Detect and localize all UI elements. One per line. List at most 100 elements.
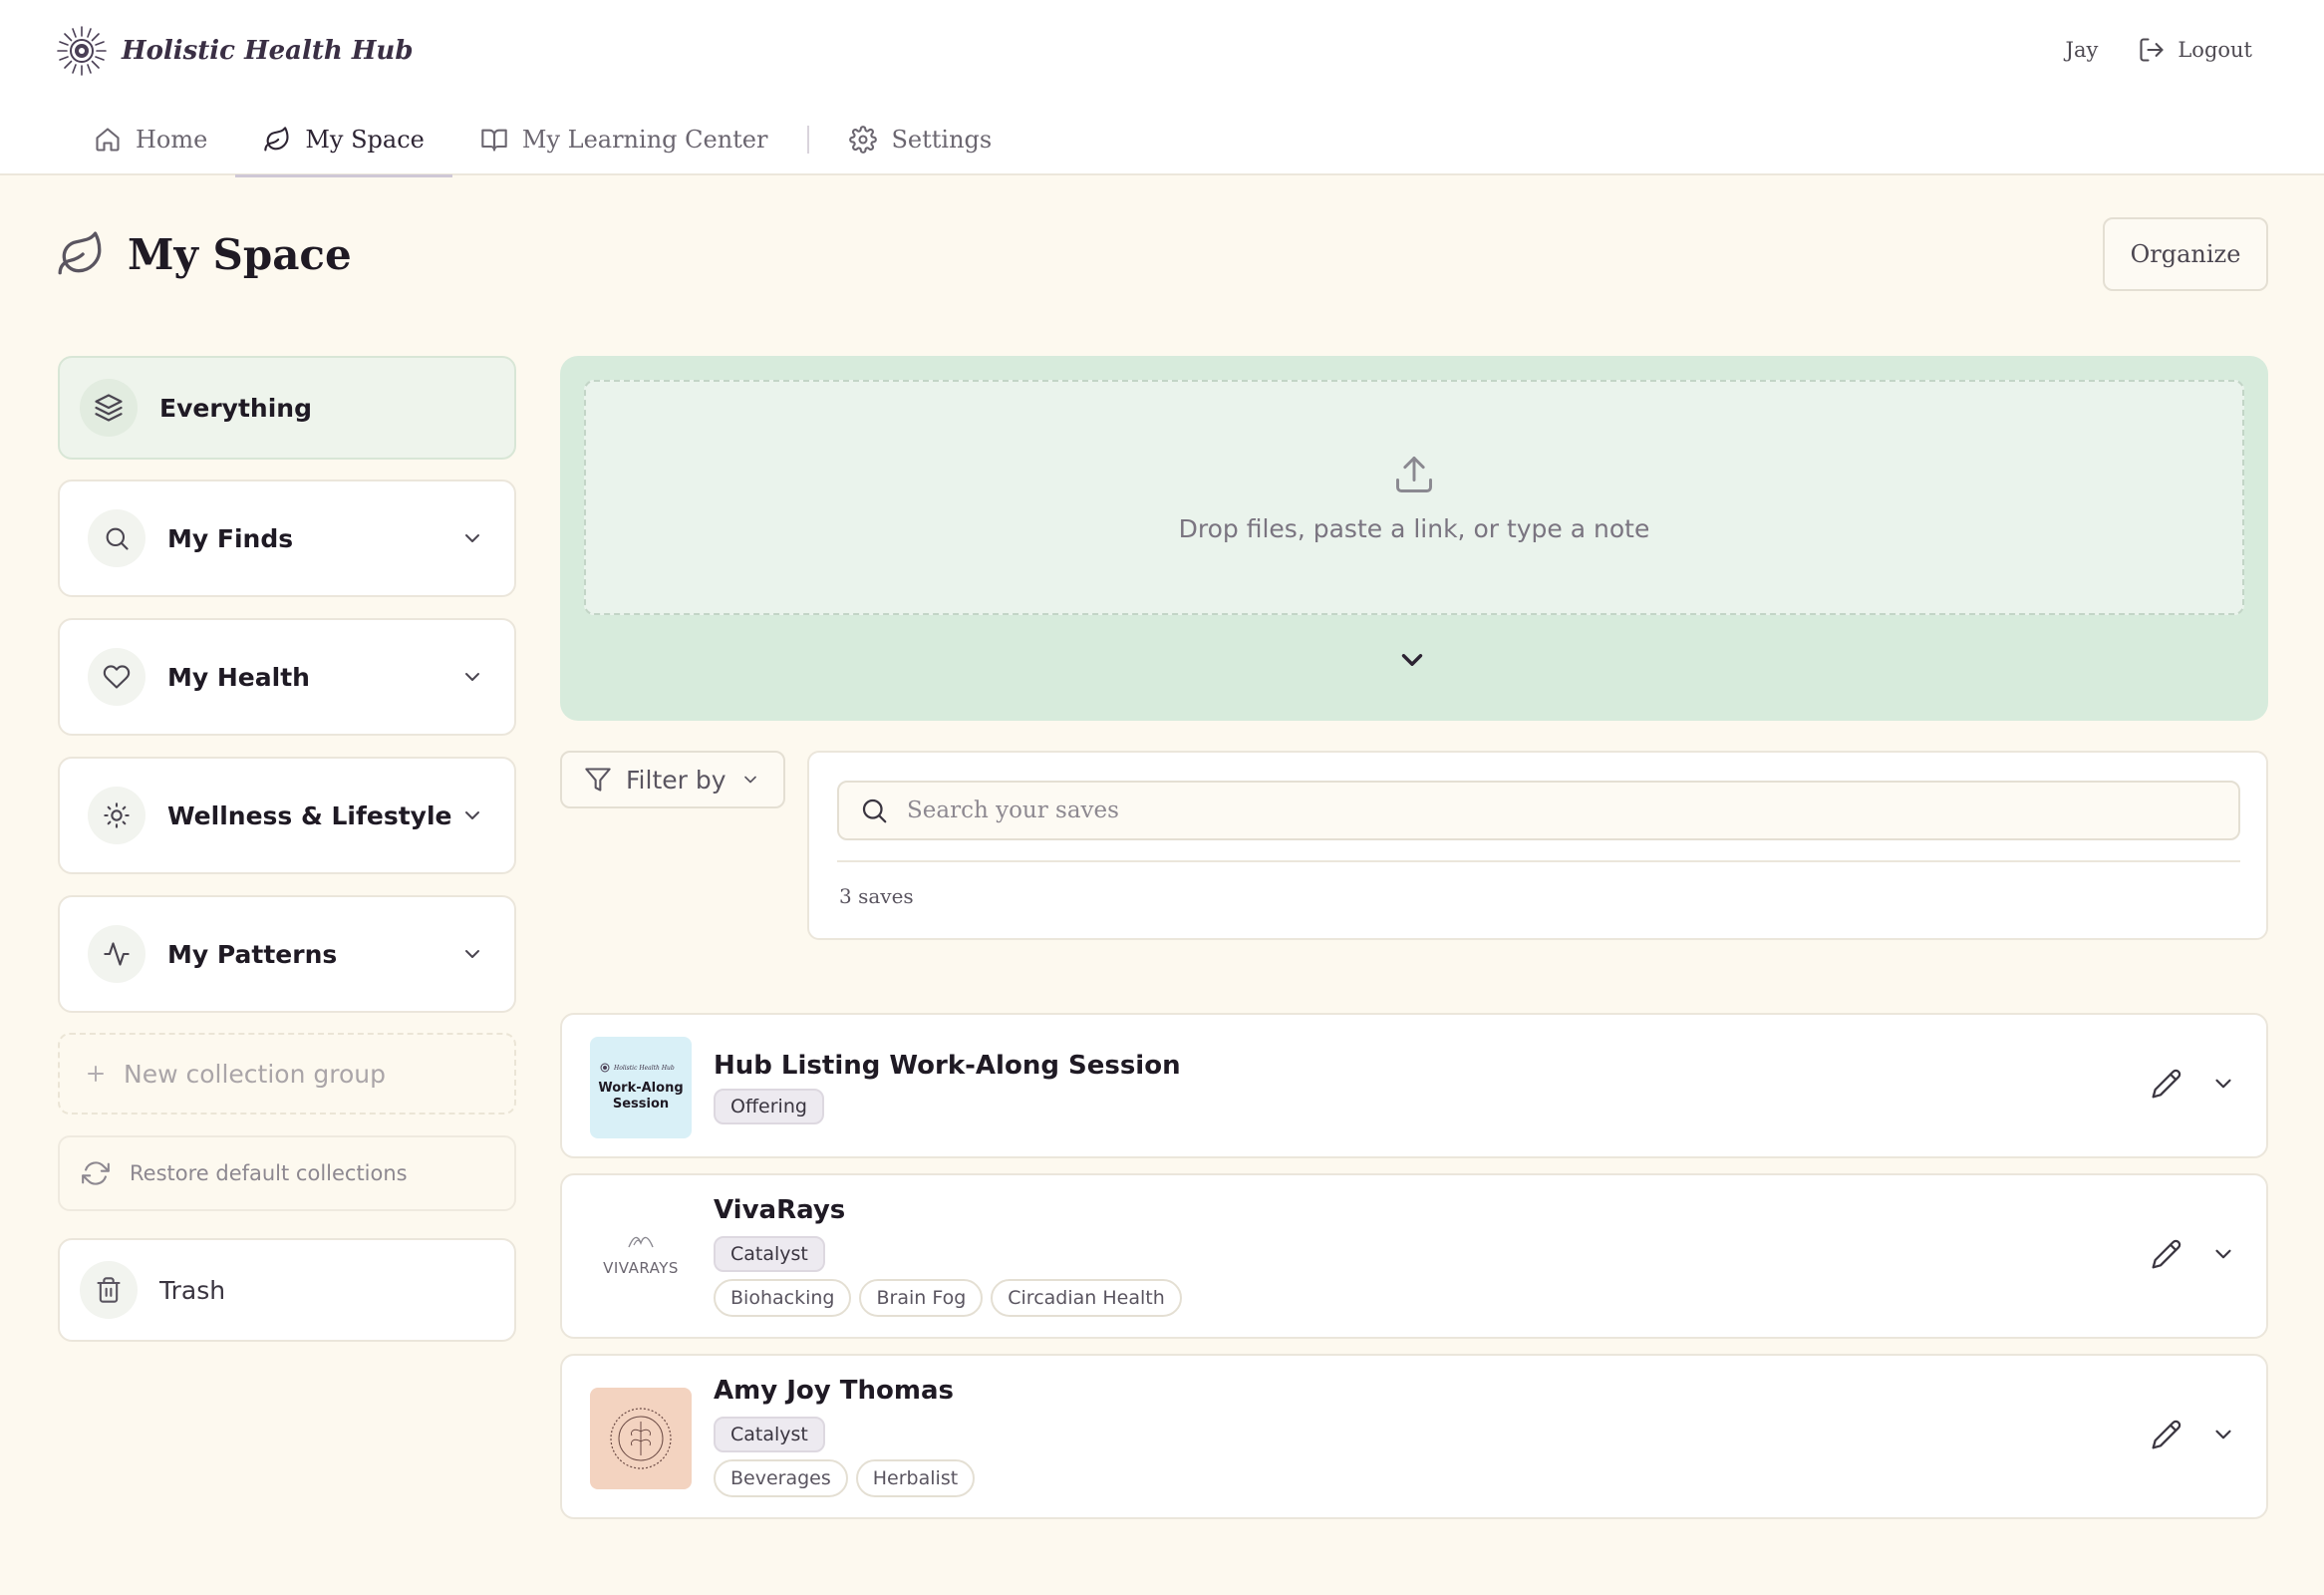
chevron-down-icon[interactable] <box>1395 643 1429 677</box>
sunburst-logo-icon <box>56 25 108 77</box>
plus-icon <box>84 1062 108 1086</box>
vivarays-logo-icon <box>628 1236 654 1248</box>
search-input[interactable] <box>907 798 2202 823</box>
thumb-title-line: Session <box>612 1097 670 1112</box>
search-panel: 3 saves <box>807 751 2268 940</box>
organize-button[interactable]: Organize <box>2103 217 2268 291</box>
tag-list: Beverages Herbalist <box>714 1459 976 1497</box>
chevron-down-icon <box>740 770 760 790</box>
divider <box>837 860 2240 862</box>
tag[interactable]: Biohacking <box>714 1279 852 1317</box>
chevron-down-icon[interactable] <box>2210 1071 2236 1097</box>
save-card[interactable]: Amy Joy Thomas Catalyst Beverages Herbal… <box>560 1354 2268 1519</box>
leaf-icon <box>56 229 106 279</box>
thumb-brand-text: Holistic Health Hub <box>614 1064 675 1072</box>
sidebar-item-my-patterns[interactable]: My Patterns <box>58 895 516 1013</box>
sidebar-item-label: Trash <box>159 1275 226 1305</box>
sidebar-item-label: My Health <box>167 662 310 692</box>
restore-default-collections-button[interactable]: Restore default collections <box>58 1135 516 1211</box>
sidebar-item-my-health[interactable]: My Health <box>58 618 516 736</box>
drop-zone-text: Drop files, paste a link, or type a note <box>1178 513 1650 543</box>
nav-learning-center[interactable]: My Learning Center <box>452 104 796 175</box>
sidebar-item-label: My Finds <box>167 523 294 553</box>
save-title[interactable]: VivaRays <box>714 1195 845 1225</box>
activity-icon <box>88 925 145 983</box>
nav-my-space[interactable]: My Space <box>235 104 452 177</box>
chevron-down-icon[interactable] <box>2210 1422 2236 1447</box>
home-icon <box>94 126 122 154</box>
tag[interactable]: Beverages <box>714 1459 848 1497</box>
user-area: Jay Logout <box>2066 28 2252 72</box>
page-header: My Space <box>56 217 352 291</box>
search-icon <box>859 796 889 825</box>
logout-icon <box>2138 36 2166 64</box>
brand-name: Holistic Health Hub <box>122 36 414 66</box>
layers-icon <box>80 379 138 437</box>
card-actions <box>2151 1419 2236 1450</box>
restore-default-collections-label: Restore default collections <box>130 1161 408 1185</box>
logout-label: Logout <box>2178 38 2252 62</box>
logout-button[interactable]: Logout <box>2138 36 2252 64</box>
tag[interactable]: Brain Fog <box>859 1279 984 1317</box>
sun-icon <box>88 787 145 844</box>
book-open-icon <box>480 126 508 154</box>
drop-zone[interactable]: Drop files, paste a link, or type a note <box>584 380 2244 615</box>
sidebar-item-wellness-lifestyle[interactable]: Wellness & Lifestyle <box>58 757 516 874</box>
card-actions <box>2151 1238 2236 1270</box>
herbal-seal-logo-icon <box>610 1408 672 1469</box>
sidebar-item-label: Everything <box>159 393 312 423</box>
nav-settings[interactable]: Settings <box>821 104 1019 175</box>
refresh-icon <box>82 1159 110 1187</box>
chevron-down-icon[interactable] <box>2210 1241 2236 1267</box>
save-title[interactable]: Amy Joy Thomas <box>714 1376 954 1406</box>
trash-icon <box>80 1261 138 1319</box>
chevron-down-icon[interactable] <box>460 665 484 689</box>
type-badge: Catalyst <box>714 1417 825 1452</box>
nav-divider <box>807 126 810 154</box>
upload-icon <box>1392 453 1436 496</box>
sidebar-item-label: My Patterns <box>167 939 338 969</box>
new-collection-group-label: New collection group <box>124 1059 386 1089</box>
new-collection-group-button[interactable]: New collection group <box>58 1033 516 1115</box>
filter-icon <box>584 766 612 794</box>
page-title: My Space <box>128 229 352 279</box>
type-badge: Offering <box>714 1089 824 1124</box>
chevron-down-icon[interactable] <box>460 942 484 966</box>
drop-zone-panel: Drop files, paste a link, or type a note <box>560 356 2268 721</box>
heart-icon <box>88 648 145 706</box>
card-actions <box>2151 1068 2236 1100</box>
gear-icon <box>849 126 878 154</box>
chevron-down-icon[interactable] <box>460 803 484 827</box>
filter-by-label: Filter by <box>626 765 726 795</box>
saves-count: 3 saves <box>839 884 914 908</box>
edit-pencil-icon[interactable] <box>2151 1238 2182 1270</box>
chevron-down-icon[interactable] <box>460 526 484 550</box>
search-icon <box>88 509 145 567</box>
save-title[interactable]: Hub Listing Work-Along Session <box>714 1051 1181 1081</box>
edit-pencil-icon[interactable] <box>2151 1419 2182 1450</box>
nav-settings-label: Settings <box>891 126 993 154</box>
leaf-icon <box>263 126 291 154</box>
sidebar-item-trash[interactable]: Trash <box>58 1238 516 1342</box>
save-card[interactable]: VIVARAYS VivaRays Catalyst Biohacking Br… <box>560 1173 2268 1339</box>
save-thumbnail: VIVARAYS <box>590 1207 692 1309</box>
main-nav: Home My Space My Learning Center Setting… <box>66 104 1019 177</box>
sidebar-item-everything[interactable]: Everything <box>58 356 516 460</box>
save-thumbnail: Holistic Health Hub Work-Along Session <box>590 1037 692 1138</box>
search-box[interactable] <box>837 781 2240 840</box>
thumb-brand-text: VIVARAYS <box>603 1259 679 1277</box>
filter-by-button[interactable]: Filter by <box>560 751 785 808</box>
tag[interactable]: Herbalist <box>855 1459 976 1497</box>
edit-pencil-icon[interactable] <box>2151 1068 2182 1100</box>
save-card[interactable]: Holistic Health Hub Work-Along Session H… <box>560 1013 2268 1158</box>
nav-learning-center-label: My Learning Center <box>521 126 768 154</box>
user-name[interactable]: Jay <box>2066 38 2099 62</box>
brand[interactable]: Holistic Health Hub <box>56 24 414 78</box>
tag-list: Biohacking Brain Fog Circadian Health <box>714 1279 1182 1317</box>
nav-home[interactable]: Home <box>66 104 235 175</box>
sidebar-item-my-finds[interactable]: My Finds <box>58 479 516 597</box>
type-badge: Catalyst <box>714 1236 825 1272</box>
tag[interactable]: Circadian Health <box>991 1279 1182 1317</box>
nav-home-label: Home <box>136 126 208 154</box>
nav-my-space-label: My Space <box>305 126 425 154</box>
